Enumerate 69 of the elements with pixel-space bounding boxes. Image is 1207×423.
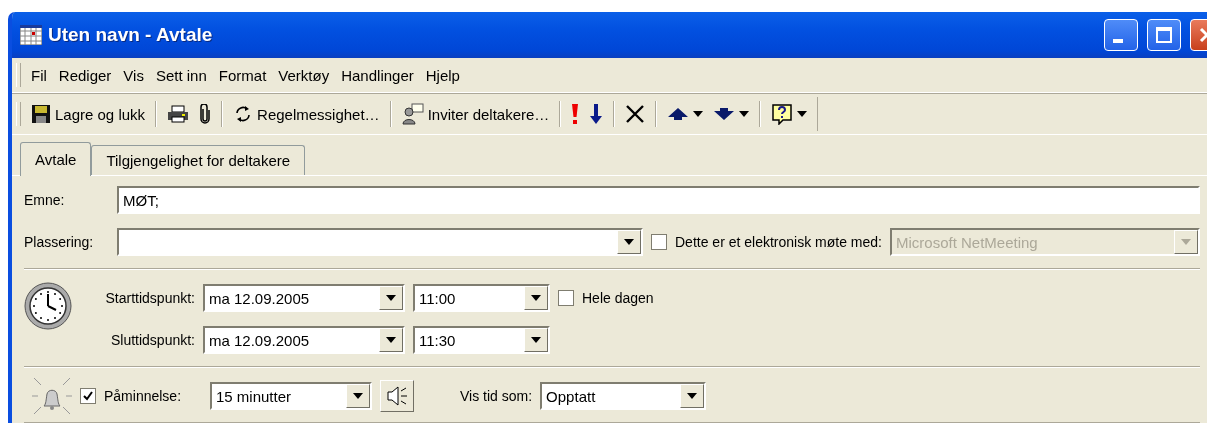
caret-icon [624,239,634,245]
date-combo[interactable]: ma 12.09.2005 [203,284,405,312]
invite-button[interactable]: Inviter deltakere… [397,101,554,127]
dropdown-button[interactable] [524,286,548,310]
caret-icon [531,295,541,301]
maximize-icon [1155,26,1173,44]
menu-item[interactable]: Sett inn [149,66,213,84]
recurrence-button[interactable]: Regelmessighet… [229,102,384,126]
caret-icon [693,111,704,117]
sound-button[interactable] [380,380,414,412]
check-icon [82,390,94,402]
minimize-button[interactable] [1104,19,1138,51]
caret-icon [353,393,363,399]
caret-icon [386,295,396,301]
dropdown-button[interactable] [524,328,548,352]
caret-icon [739,111,750,117]
dropdown-button[interactable] [617,230,641,254]
help-icon [771,103,794,125]
show-as-combo[interactable]: Opptatt [540,382,707,410]
menu-item[interactable]: Handlinger [335,66,420,84]
subject-field[interactable]: MØT; [117,186,1200,214]
caret-icon [797,111,808,117]
save-close-button[interactable]: Lagre og lukk [27,102,150,126]
caret-icon [531,337,541,343]
down-arrow-icon [713,107,736,121]
window-title: Uten navn - Avtale [48,24,214,46]
minimize-icon [1113,39,1123,43]
dropdown-button[interactable] [379,328,403,352]
calendar-icon [20,25,42,45]
dropdown-button[interactable] [379,286,403,310]
field-label: Vis tid som: [460,388,533,404]
menu-item[interactable]: Vis [117,66,150,84]
speaker-icon [385,385,409,407]
people-envelope-icon [401,103,424,125]
delete-icon [625,104,646,124]
up-arrow-icon [667,107,690,121]
down-arrow-icon [589,103,604,125]
checkbox[interactable] [558,290,574,306]
location-combo[interactable] [117,228,643,256]
tab[interactable]: Avtale [20,142,92,176]
dropdown-button[interactable] [680,384,705,408]
checkbox[interactable] [80,388,96,404]
field-label: Plassering: [24,234,95,250]
time-combo[interactable]: 11:30 [413,326,550,354]
caret-icon [386,337,396,343]
menu-item[interactable]: Rediger [52,66,118,84]
printer-icon [167,105,190,123]
checkbox-label: Påminnelse: [104,388,183,404]
menu-item[interactable]: Fil [25,66,53,84]
menu-item[interactable]: Hjelp [419,66,466,84]
dropdown-button[interactable] [346,384,370,408]
paperclip-icon [199,104,212,124]
field-label: Emne: [24,192,66,208]
checkbox-label: Hele dagen [582,290,654,306]
menu-item[interactable]: Format [212,66,273,84]
bell-icon [32,376,72,416]
field-label: Starttidspunkt: [104,290,195,306]
caret-icon [1181,239,1191,245]
caret-icon [687,393,698,399]
exclamation-icon [571,103,580,125]
menu-item[interactable]: Verktøy [272,66,336,84]
time-combo[interactable]: 11:00 [413,284,550,312]
tab[interactable]: Tilgjengelighet for deltakere [91,145,306,175]
checkbox-label: Dette er et elektronisk møte med: [675,234,882,250]
field-label: Sluttidspunkt: [109,332,195,348]
reminder-combo[interactable]: 15 minutter [210,382,372,410]
clock-icon [24,282,72,330]
date-combo[interactable]: ma 12.09.2005 [203,326,405,354]
maximize-button[interactable] [1147,19,1181,51]
